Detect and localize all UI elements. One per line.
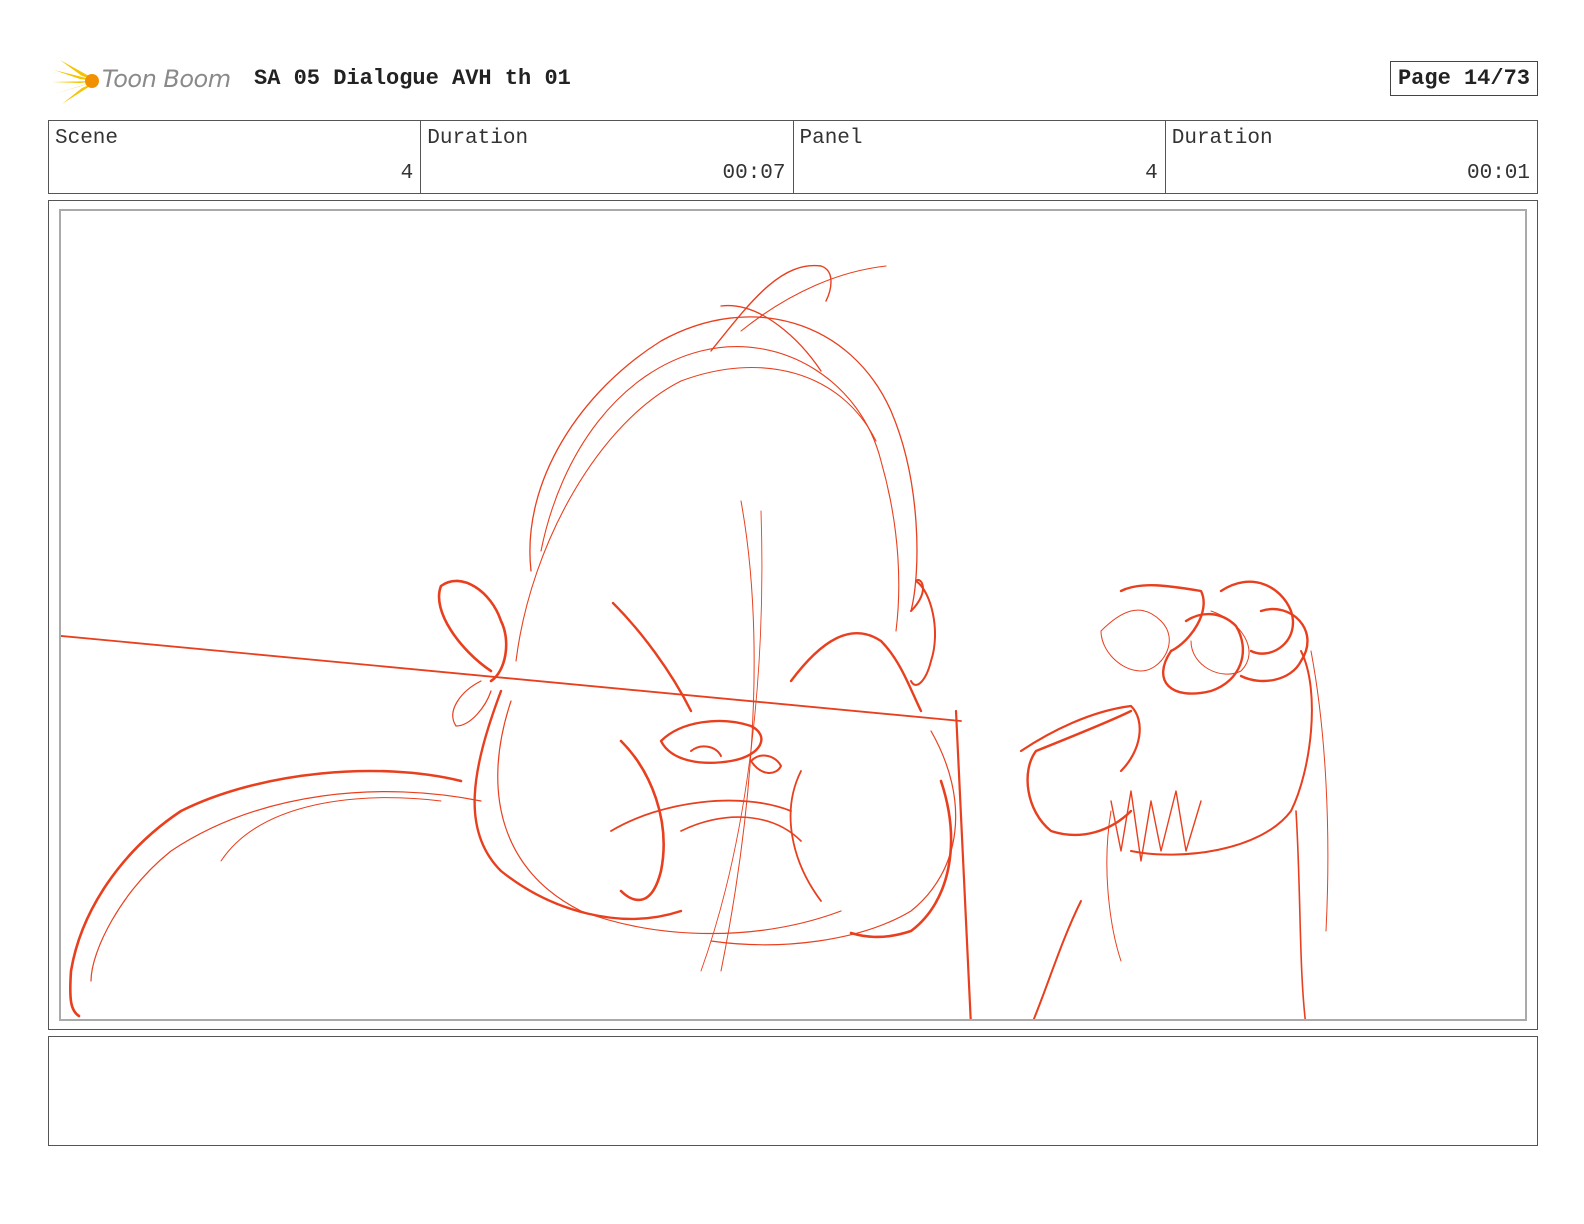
sketch-jaw-right-2 (710, 730, 957, 946)
sketch-head-outline-2 (540, 346, 900, 632)
sketch-forearm-left (1032, 900, 1082, 1019)
sketch-left-ear-inner (452, 680, 492, 727)
sketch-neck-line (954, 709, 972, 1019)
sketch-forearm-right-2 (1310, 650, 1329, 932)
sketch-mouth-2 (680, 816, 802, 842)
sketch-eye-right (750, 754, 782, 774)
scene-duration-cell: Duration 00:07 (421, 121, 794, 193)
sketch-jaw-left-2 (497, 700, 842, 935)
sketch-fist-knuckle-3 (1239, 608, 1309, 683)
storyboard-panel (48, 200, 1538, 1030)
panel-camera-frame (59, 209, 1527, 1021)
sketch-left-ear (437, 579, 508, 683)
sketch-hair-tuft-3 (720, 305, 822, 372)
sketch-brow-right (789, 631, 923, 713)
sketch-eye-left (659, 719, 763, 764)
panel-duration-value: 00:01 (1466, 162, 1530, 185)
sketch-thumb (1026, 709, 1133, 837)
toon-boom-logo: Toon Boom (52, 56, 242, 106)
sketch-fist-loop (1100, 609, 1170, 672)
panel-value: 4 (1145, 162, 1158, 185)
panel-sketch (61, 264, 1329, 1019)
panel-duration-label: Duration (1171, 127, 1273, 150)
logo-text: Toon Boom (102, 65, 231, 93)
scene-duration-value: 00:07 (722, 162, 786, 185)
sketch-mouth (610, 799, 792, 832)
sketch-jaw-left (473, 689, 683, 921)
sketch-hair-tuft-2 (740, 265, 887, 332)
panel-label: Panel (799, 127, 863, 150)
sketch-hair-tuft (710, 264, 832, 352)
scene-value: 4 (400, 162, 414, 185)
scene-duration-label: Duration (427, 127, 529, 150)
sketch-forearm-mid (1106, 810, 1122, 962)
sketch-head-outline (529, 316, 918, 612)
starburst-icon (52, 60, 99, 104)
sketch-fist-side (1130, 650, 1313, 856)
scene-cell: Scene 4 (49, 121, 422, 193)
project-title: SA 05 Dialogue AVH th 01 (254, 66, 571, 91)
sketch-body-back-3 (220, 797, 442, 862)
sketch-center-line (720, 500, 755, 972)
sketch-fist-knuckle-2 (1219, 580, 1295, 655)
page-header: Toon Boom SA 05 Dialogue AVH th 01 Page … (52, 56, 1538, 106)
sketch-muzzle-left (619, 739, 665, 902)
sketch-center-line-2 (700, 510, 763, 972)
panel-cell: Panel 4 (794, 121, 1166, 193)
sketch-body-back-2 (90, 791, 482, 982)
page-indicator: Page 14/73 (1389, 61, 1538, 96)
sketch-fist-knuckle-1 (1161, 612, 1245, 695)
sketch-eyeline-stroke (61, 635, 962, 722)
sketch-jaw-right (849, 779, 953, 939)
scene-info-row: Scene 4 Duration 00:07 Panel 4 Duration … (48, 120, 1538, 194)
panel-duration-cell: Duration 00:01 (1166, 121, 1537, 193)
sketch-head-outline-3 (515, 366, 877, 662)
panel-notes-box[interactable] (48, 1036, 1538, 1146)
sketch-eye-left-pupil (690, 745, 722, 757)
sketch-fingers-zigzag (1110, 790, 1202, 862)
scene-label: Scene (55, 127, 119, 150)
sketch-forearm-right (1295, 810, 1307, 1019)
